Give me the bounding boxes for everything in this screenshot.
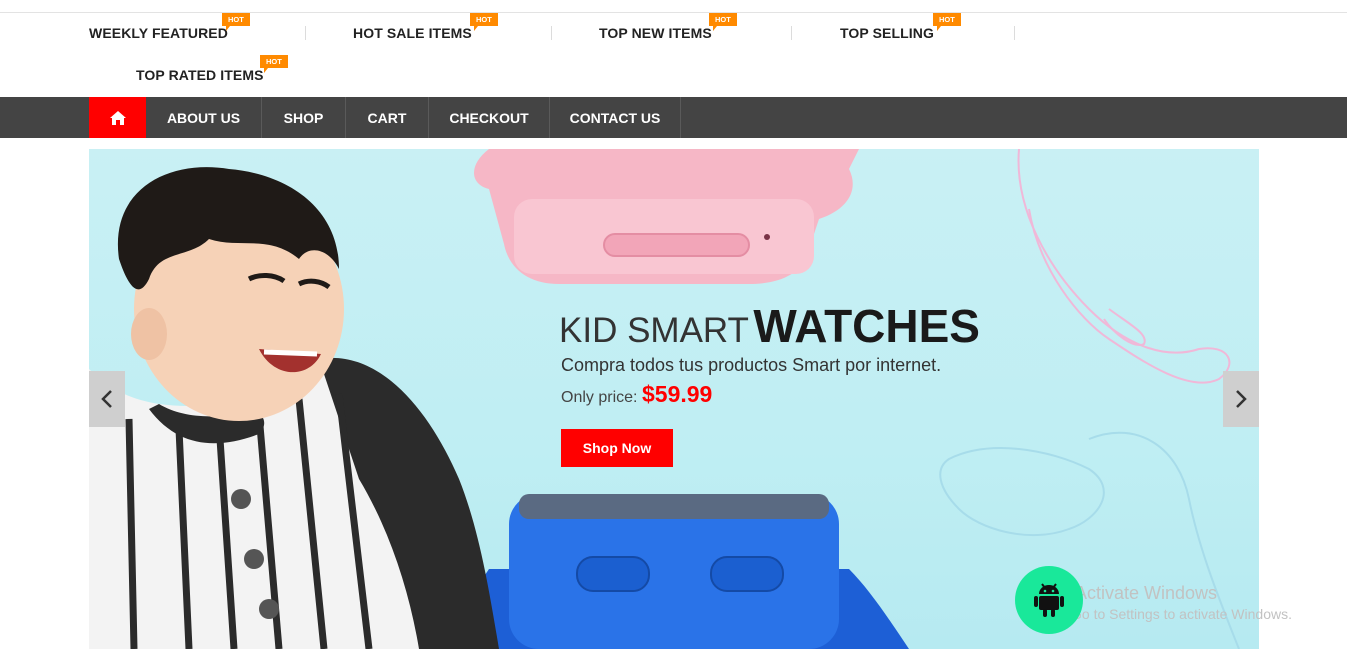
shop-now-button[interactable]: Shop Now [561, 429, 673, 467]
android-icon [1034, 583, 1064, 617]
featured-label: TOP SELLING [840, 25, 934, 41]
price-value: $59.99 [642, 381, 713, 407]
nav-item-shop[interactable]: SHOP [262, 97, 346, 138]
featured-label: TOP NEW ITEMS [599, 25, 712, 41]
featured-link-hot-sale[interactable]: HOT SALE ITEMS HOT [353, 13, 498, 43]
android-app-button[interactable] [1015, 566, 1083, 634]
featured-separator [305, 26, 306, 40]
activate-windows-title: Activate Windows [1075, 583, 1218, 603]
slider-next-button[interactable] [1223, 371, 1259, 427]
hot-badge: HOT [222, 13, 250, 31]
nav-item-cart[interactable]: CART [346, 97, 429, 138]
chevron-left-icon [101, 390, 112, 408]
featured-separator [1014, 26, 1015, 40]
featured-link-top-rated[interactable]: TOP RATED ITEMS HOT [136, 55, 288, 85]
hero-slider: KID SMART WATCHES Compra todos tus produ… [89, 149, 1259, 649]
hero-title-bold: WATCHES [753, 300, 980, 352]
featured-separator [551, 26, 552, 40]
activate-windows-subtitle: Go to Settings to activate Windows. [1071, 606, 1292, 622]
featured-separator [791, 26, 792, 40]
nav-home-button[interactable] [89, 97, 146, 138]
nav-item-checkout[interactable]: CHECKOUT [429, 97, 550, 138]
nav-item-about-us[interactable]: ABOUT US [146, 97, 262, 138]
hero-title-light: KID SMART [559, 311, 749, 350]
price-label: Only price: [561, 389, 638, 406]
home-icon [109, 110, 126, 125]
hot-badge: HOT [470, 13, 498, 31]
hot-badge: HOT [933, 13, 961, 31]
main-navbar: ABOUT US SHOP CART CHECKOUT CONTACT US [0, 97, 1347, 138]
top-divider [0, 12, 1347, 13]
hot-badge: HOT [709, 13, 737, 31]
featured-link-weekly[interactable]: WEEKLY FEATURED HOT [89, 13, 250, 43]
featured-label: HOT SALE ITEMS [353, 25, 472, 41]
featured-link-top-new[interactable]: TOP NEW ITEMS HOT [599, 13, 737, 43]
featured-label: TOP RATED ITEMS [136, 67, 264, 83]
nav-item-contact-us[interactable]: CONTACT US [550, 97, 681, 138]
featured-label: WEEKLY FEATURED [89, 25, 228, 41]
featured-link-top-selling[interactable]: TOP SELLING HOT [840, 13, 961, 43]
hero-title: KID SMART WATCHES [559, 299, 980, 353]
hero-subtitle: Compra todos tus productos Smart por int… [561, 355, 942, 375]
hot-badge: HOT [260, 55, 288, 73]
chevron-right-icon [1236, 390, 1247, 408]
slider-prev-button[interactable] [89, 371, 125, 427]
